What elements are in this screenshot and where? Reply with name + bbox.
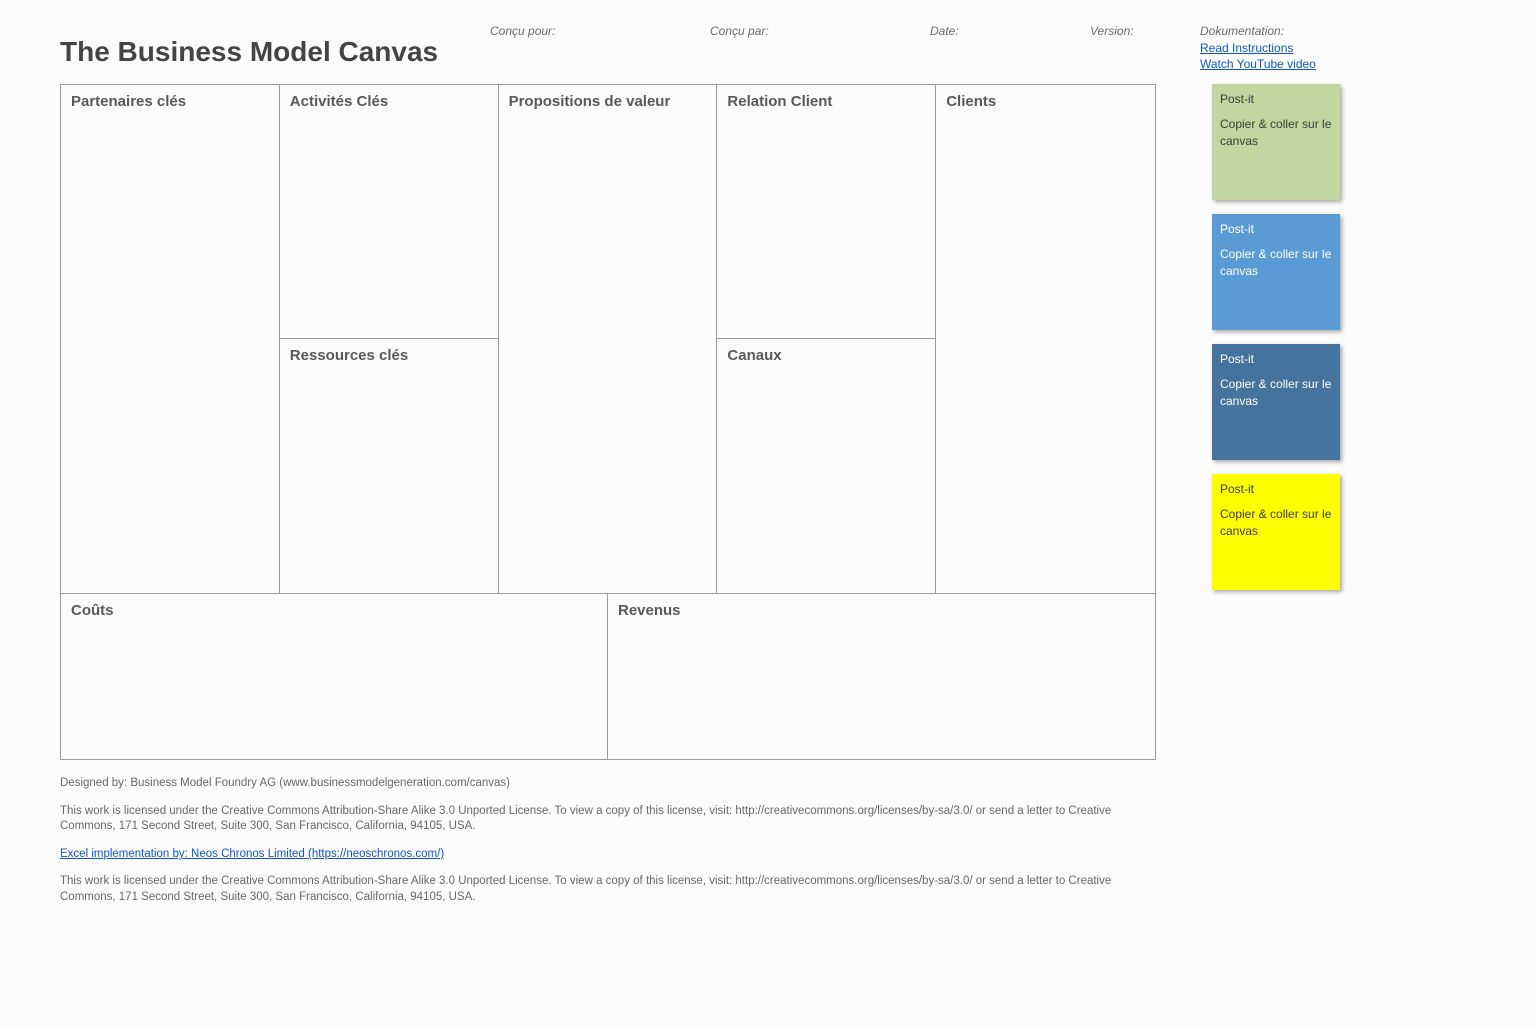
canvas-cost-structure[interactable]: Coûts: [61, 593, 608, 759]
footer-designed-by: Designed by: Business Model Foundry AG (…: [60, 776, 1156, 792]
canvas-key-resources[interactable]: Ressources clés: [280, 339, 499, 593]
postit-title: Post-it: [1220, 482, 1332, 496]
postit-dark-blue[interactable]: Post-it Copier & coller sur le canvas: [1212, 344, 1340, 460]
canvas-value-propositions[interactable]: Propositions de valeur: [499, 85, 718, 593]
postit-title: Post-it: [1220, 352, 1332, 366]
canvas-customer-segments-title: Clients: [946, 93, 1145, 110]
canvas-revenue-streams[interactable]: Revenus: [608, 593, 1155, 759]
postit-palette: Post-it Copier & coller sur le canvas Po…: [1212, 84, 1340, 590]
canvas-revenue-streams-title: Revenus: [618, 602, 1145, 619]
canvas-customer-segments[interactable]: Clients: [936, 85, 1155, 593]
meta-designed-for-label: Conçu pour:: [490, 24, 710, 72]
canvas-key-activities-title: Activités Clés: [290, 93, 488, 110]
meta-documentation: Dokumentation: Read Instructions Watch Y…: [1200, 24, 1360, 72]
postit-green[interactable]: Post-it Copier & coller sur le canvas: [1212, 84, 1340, 200]
canvas-customer-relationships-title: Relation Client: [727, 93, 925, 110]
postit-blue[interactable]: Post-it Copier & coller sur le canvas: [1212, 214, 1340, 330]
meta-date-label: Date:: [930, 24, 1090, 72]
canvas-cost-structure-title: Coûts: [71, 602, 597, 619]
meta-designed-by-label: Conçu par:: [710, 24, 930, 72]
postit-body: Copier & coller sur le canvas: [1220, 376, 1332, 408]
postit-yellow[interactable]: Post-it Copier & coller sur le canvas: [1212, 474, 1340, 590]
documentation-label: Dokumentation:: [1200, 24, 1360, 38]
canvas-value-propositions-title: Propositions de valeur: [509, 93, 707, 110]
business-model-canvas: Partenaires clés Activités Clés Proposit…: [60, 84, 1156, 760]
meta-version-label: Version:: [1090, 24, 1200, 72]
meta-columns: Conçu pour: Conçu par: Date: Version: Do…: [490, 18, 1492, 72]
canvas-key-activities[interactable]: Activités Clés: [280, 85, 499, 339]
canvas-key-partners[interactable]: Partenaires clés: [61, 85, 280, 593]
postit-body: Copier & coller sur le canvas: [1220, 506, 1332, 538]
canvas-channels[interactable]: Canaux: [717, 339, 936, 593]
link-read-instructions[interactable]: Read Instructions: [1200, 40, 1360, 56]
link-watch-youtube[interactable]: Watch YouTube video: [1200, 56, 1360, 72]
postit-body: Copier & coller sur le canvas: [1220, 116, 1332, 148]
postit-body: Copier & coller sur le canvas: [1220, 246, 1332, 278]
canvas-key-partners-title: Partenaires clés: [71, 93, 269, 110]
canvas-channels-title: Canaux: [727, 347, 925, 364]
canvas-key-resources-title: Ressources clés: [290, 347, 488, 364]
header-row: The Business Model Canvas Conçu pour: Co…: [60, 18, 1492, 72]
canvas-customer-relationships[interactable]: Relation Client: [717, 85, 936, 339]
postit-title: Post-it: [1220, 222, 1332, 236]
footer-excel-implementation-link[interactable]: Excel implementation by: Neos Chronos Li…: [60, 848, 444, 860]
footer-license-2: This work is licensed under the Creative…: [60, 874, 1156, 905]
postit-title: Post-it: [1220, 92, 1332, 106]
footer: Designed by: Business Model Foundry AG (…: [60, 776, 1156, 905]
page-title: The Business Model Canvas: [60, 18, 490, 68]
footer-license-1: This work is licensed under the Creative…: [60, 804, 1156, 835]
